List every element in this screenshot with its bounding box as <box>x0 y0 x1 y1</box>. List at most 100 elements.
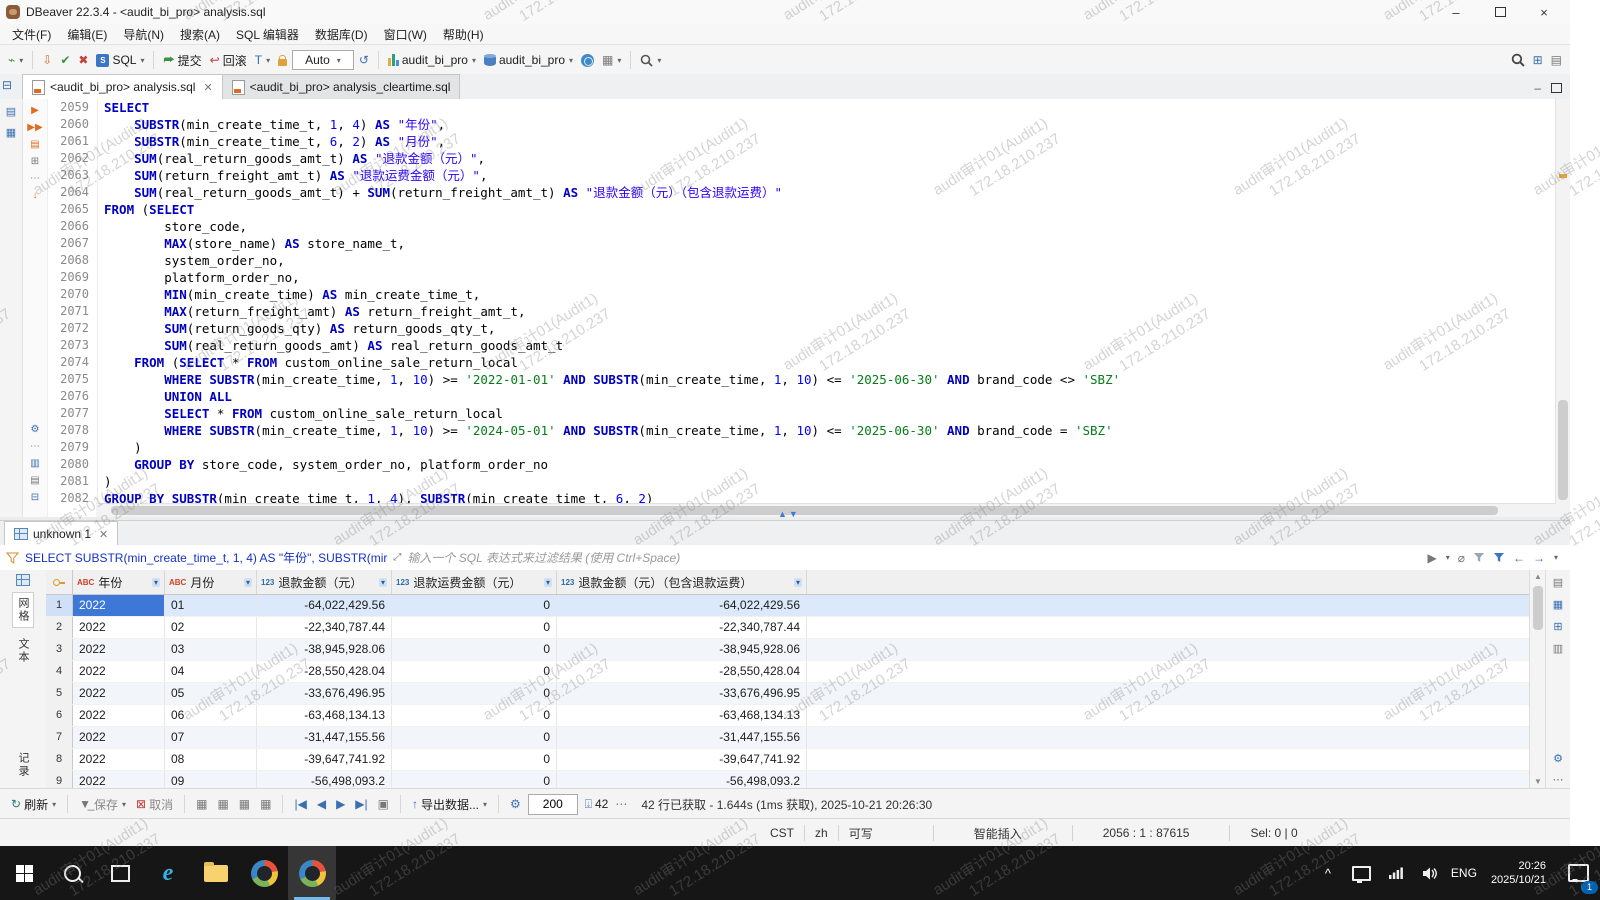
panel-settings-icon[interactable]: ⚙ <box>1553 752 1563 765</box>
transaction-lock-button[interactable] <box>275 48 290 72</box>
cell[interactable]: 2022 <box>73 595 165 616</box>
column-header-4[interactable]: 123退款金额（元）（包含退款运费）▾ <box>557 570 807 594</box>
code-line[interactable]: ) <box>104 473 1555 490</box>
transaction-mode-button[interactable]: T▾ <box>252 48 273 72</box>
panel-more-icon[interactable]: ⋯ <box>1553 773 1564 786</box>
cell[interactable]: 06 <box>165 705 257 726</box>
cell[interactable]: -64,022,429.56 <box>257 595 392 616</box>
code-line[interactable]: MIN(min_create_time) AS min_create_time_… <box>104 286 1555 303</box>
results-tab-unknown1[interactable]: unknown 1 ✕ <box>4 521 118 546</box>
last-row-button[interactable]: ▶| <box>352 792 370 816</box>
more-icon[interactable]: ⋯ <box>615 797 627 811</box>
code-line[interactable]: GROUP BY store_code, system_order_no, pl… <box>104 456 1555 473</box>
cell[interactable]: 2022 <box>73 705 165 726</box>
table-row[interactable]: 2202202-22,340,787.440-22,340,787.44 <box>46 617 1530 639</box>
cell[interactable]: -28,550,428.04 <box>557 661 807 682</box>
tab-analysis-sql[interactable]: <audit_bi_pro> analysis.sql ✕ <box>22 74 223 99</box>
view-tab-record[interactable]: 记录 <box>13 748 33 782</box>
action-center-button[interactable]: 1 <box>1556 846 1600 900</box>
cell[interactable]: -38,945,928.06 <box>257 639 392 660</box>
prev-row-button[interactable]: ◀ <box>314 792 329 816</box>
taskbar-search-button[interactable] <box>48 846 96 900</box>
code-line[interactable]: platform_order_no, <box>104 269 1555 286</box>
minimize-editor-icon[interactable]: – <box>1534 81 1541 95</box>
cell[interactable]: -63,468,134.13 <box>257 705 392 726</box>
table-row[interactable]: 1202201-64,022,429.560-64,022,429.56 <box>46 595 1530 617</box>
more-icon[interactable]: ⋯ <box>30 441 40 452</box>
settings-gear-icon[interactable]: ⚙ <box>31 424 40 435</box>
cell[interactable]: -39,647,741.92 <box>257 749 392 770</box>
cell[interactable]: 0 <box>392 683 557 704</box>
cell[interactable]: 02 <box>165 617 257 638</box>
row-number[interactable]: 5 <box>46 683 73 704</box>
grid-corner[interactable] <box>46 570 73 594</box>
connection-selector[interactable]: audit_bi_pro▾ <box>385 48 479 72</box>
cell[interactable]: 0 <box>392 771 557 788</box>
edit-row-button[interactable]: ▦ <box>193 792 210 816</box>
code-line[interactable]: SELECT <box>104 99 1555 116</box>
column-filter-icon[interactable]: ▾ <box>794 578 802 587</box>
grid-settings-button[interactable]: ⚙ <box>507 792 524 816</box>
remove-filter-icon[interactable] <box>1473 552 1485 564</box>
code-line[interactable]: ) <box>104 439 1555 456</box>
view-tab-text[interactable]: 文本 <box>13 634 33 668</box>
value-viewer-icon[interactable]: ▤ <box>1553 576 1563 589</box>
column-filter-icon[interactable]: ▾ <box>379 578 387 587</box>
input-language-button[interactable]: ENG <box>1447 846 1481 900</box>
explain-plan-icon[interactable]: ▤ <box>30 139 39 150</box>
panels-icon[interactable]: ▦ <box>6 126 16 139</box>
fetch-button[interactable]: ⇩ <box>39 48 55 72</box>
layout-button[interactable]: ▦▾ <box>599 48 624 72</box>
close-button[interactable]: × <box>1522 0 1566 24</box>
table-row[interactable]: 8202208-39,647,741.920-39,647,741.92 <box>46 749 1530 771</box>
code-line[interactable]: FROM (SELECT <box>104 201 1555 218</box>
table-row[interactable]: 4202204-28,550,428.040-28,550,428.04 <box>46 661 1530 683</box>
display-tray-icon[interactable] <box>1345 846 1379 900</box>
cell[interactable]: 01 <box>165 595 257 616</box>
execute-script-icon[interactable]: ▶▶ <box>27 122 42 133</box>
column-header-1[interactable]: ABC月份▾ <box>165 570 257 594</box>
table-row[interactable]: 7202207-31,447,155.560-31,447,155.56 <box>46 727 1530 749</box>
code-line[interactable]: store_code, <box>104 218 1555 235</box>
code-line[interactable]: MAX(store_name) AS store_name_t, <box>104 235 1555 252</box>
menu-item-2[interactable]: 导航(N) <box>115 26 172 43</box>
task-view-button[interactable] <box>96 846 144 900</box>
code-line[interactable]: UNION ALL <box>104 388 1555 405</box>
export-result-icon[interactable]: ↓ <box>33 190 38 201</box>
menu-item-6[interactable]: 窗口(W) <box>376 26 435 43</box>
editor-horizontal-scrollbar[interactable] <box>96 503 1556 517</box>
database-selector[interactable]: audit_bi_pro▾ <box>481 48 576 72</box>
grid-vertical-scrollbar[interactable]: ▲ ▼ <box>1529 570 1546 788</box>
grid-view-icon[interactable] <box>16 574 30 586</box>
next-row-button[interactable]: ▶ <box>333 792 348 816</box>
maximize-button[interactable] <box>1478 0 1522 24</box>
references-panel-icon[interactable]: ▥ <box>1553 642 1563 655</box>
cell[interactable]: 2022 <box>73 727 165 748</box>
cell[interactable]: -56,498,093.2 <box>257 771 392 788</box>
column-filter-icon[interactable]: ▾ <box>544 578 552 587</box>
copy-icon[interactable]: ▤ <box>30 475 39 486</box>
cell[interactable]: -22,340,787.44 <box>557 617 807 638</box>
row-number[interactable]: 1 <box>46 595 73 616</box>
tab-analysis-cleartime-sql[interactable]: <audit_bi_pro> analysis_cleartime.sql <box>222 74 461 99</box>
sql-menu-button[interactable]: SSQL▾ <box>93 48 147 72</box>
menu-item-0[interactable]: 文件(F) <box>4 26 59 43</box>
cursor-position[interactable]: 2056 : 1 : 87615 <box>1103 826 1190 840</box>
auto-commit-select[interactable]: Auto▾ <box>292 50 354 70</box>
menu-item-5[interactable]: 数据库(D) <box>307 26 376 43</box>
editor-vertical-scrollbar[interactable] <box>1555 99 1570 517</box>
row-count-button[interactable]: ⍗42 <box>582 792 612 816</box>
cell[interactable]: 2022 <box>73 617 165 638</box>
export-data-button[interactable]: ↑导出数据...▾ <box>409 792 490 816</box>
dbeaver-taskbar-button[interactable] <box>288 846 336 900</box>
execute-statement-icon[interactable]: ▶ <box>31 105 39 116</box>
search-button[interactable]: ▾ <box>637 48 664 72</box>
table-row[interactable]: 3202203-38,945,928.060-38,945,928.06 <box>46 639 1530 661</box>
execute-check-button[interactable]: ✔ <box>57 48 73 72</box>
minimize-view-button[interactable]: ▤ <box>1548 48 1565 72</box>
focus-row-button[interactable]: ▣ <box>375 792 392 816</box>
menu-item-7[interactable]: 帮助(H) <box>435 26 492 43</box>
volume-tray-icon[interactable] <box>1413 846 1447 900</box>
row-number[interactable]: 6 <box>46 705 73 726</box>
scrollbar-thumb[interactable] <box>1558 400 1568 500</box>
